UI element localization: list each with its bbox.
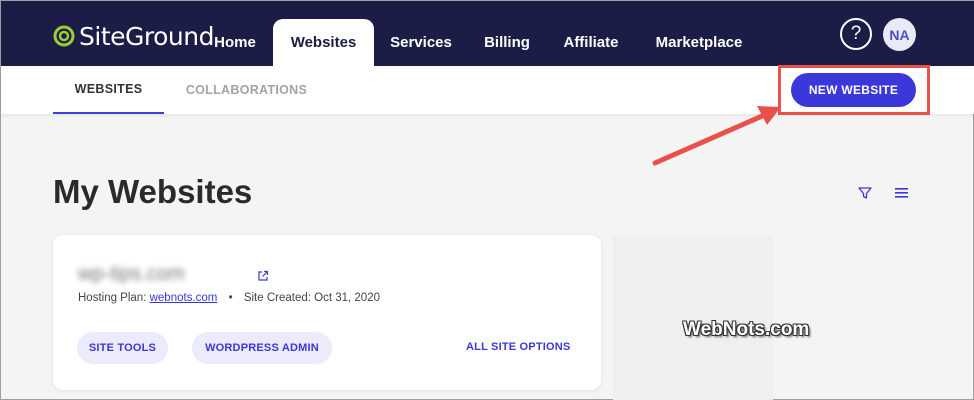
question-mark-icon[interactable]: ? — [840, 18, 872, 50]
highlight-box — [778, 65, 930, 115]
logo-text: SiteGround — [79, 21, 214, 51]
avatar[interactable]: NA — [883, 18, 916, 51]
nav-billing[interactable]: Billing — [475, 19, 539, 66]
page-title: My Websites — [53, 173, 253, 210]
nav-marketplace[interactable]: Marketplace — [643, 19, 755, 66]
nav-websites[interactable]: Websites — [273, 19, 374, 66]
tab-collaborations[interactable]: COLLABORATIONS — [179, 66, 314, 114]
nav-services[interactable]: Services — [381, 19, 461, 66]
all-site-options-link[interactable]: ALL SITE OPTIONS — [466, 341, 570, 353]
site-tools-button[interactable]: SITE TOOLS — [77, 332, 168, 364]
site-card: wp-tips.com Hosting Plan: webnots.com • … — [53, 235, 601, 390]
placeholder-panel — [613, 235, 773, 400]
top-navigation: SiteGround Home Websites Services Billin… — [1, 1, 974, 66]
site-created-date: Oct 31, 2020 — [314, 292, 380, 304]
nav-home[interactable]: Home — [201, 19, 269, 66]
hosting-plan-label: Hosting Plan: — [78, 292, 147, 304]
hosting-plan-link[interactable]: webnots.com — [150, 292, 218, 304]
watermark: WebNots.com — [683, 319, 810, 340]
tab-websites[interactable]: WEBSITES — [53, 66, 164, 114]
external-link-icon[interactable] — [257, 270, 269, 282]
site-domain[interactable]: wp-tips.com — [78, 263, 185, 286]
site-meta: Hosting Plan: webnots.com • Site Created… — [78, 292, 380, 304]
separator-dot: • — [228, 292, 233, 304]
pointer-arrow — [652, 106, 781, 166]
siteground-logo[interactable]: SiteGround — [53, 21, 214, 51]
nav-affiliate[interactable]: Affiliate — [553, 19, 629, 66]
site-created-label: Site Created: — [243, 292, 311, 304]
list-view-icon[interactable] — [894, 186, 909, 200]
siteground-logo-icon — [53, 25, 75, 47]
wordpress-admin-button[interactable]: WORDPRESS ADMIN — [192, 332, 332, 364]
filter-icon[interactable] — [858, 186, 872, 200]
